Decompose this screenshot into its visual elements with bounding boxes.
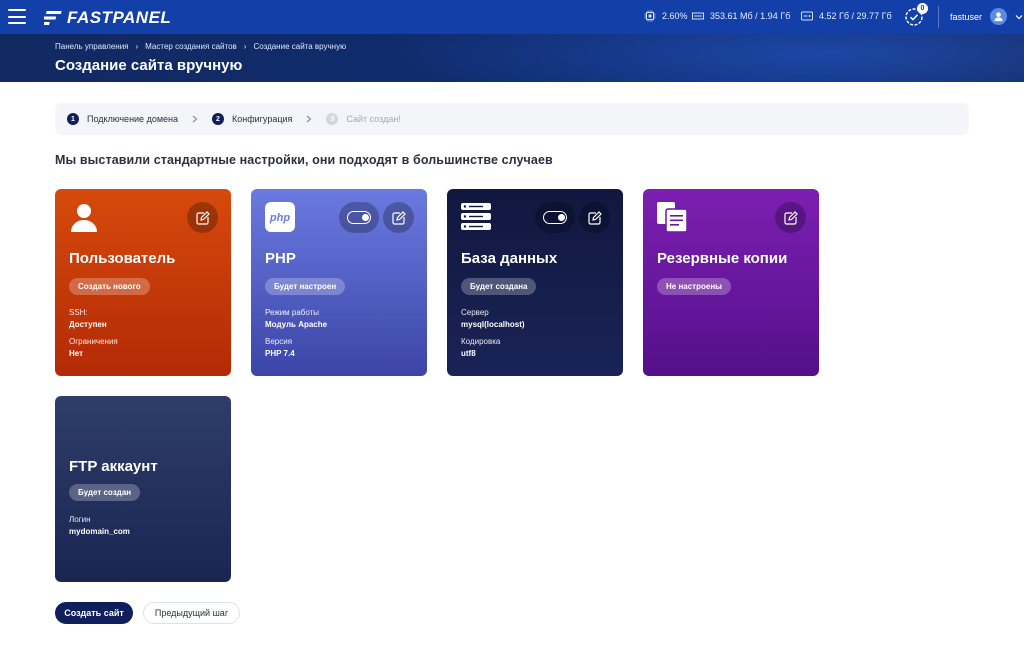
edit-icon: [587, 210, 602, 225]
create-site-button[interactable]: Создать сайт: [55, 602, 133, 624]
edit-icon: [195, 210, 210, 225]
card-field: Сервер mysql(localhost): [461, 307, 525, 331]
status-badge: Будет настроен: [265, 278, 346, 295]
breadcrumb-item-current: Создание сайта вручную: [253, 42, 347, 51]
backup-card[interactable]: Резервные копии Не настроены: [643, 189, 819, 376]
field-value: Модуль Apache: [265, 320, 328, 329]
step-number: 1: [67, 113, 79, 125]
edit-icon: [391, 210, 406, 225]
step-number: 2: [212, 113, 224, 125]
field-label: Ограничения: [69, 337, 118, 346]
field-value: Нет: [69, 349, 84, 358]
edit-icon: [783, 210, 798, 225]
database-toggle[interactable]: [535, 202, 575, 233]
status-badge: Создать нового: [69, 278, 150, 295]
cpu-stat: 2.60%: [644, 10, 688, 22]
notifications-badge: 0: [917, 3, 928, 14]
php-card[interactable]: php PHP Будет настроен Режим работы Моду…: [251, 189, 427, 376]
disk-value: 4.52 Гб / 29.77 Гб: [819, 11, 892, 21]
edit-database-button[interactable]: [579, 202, 610, 233]
logo-mark-icon: [44, 11, 62, 25]
breadcrumb-item[interactable]: Мастер создания сайтов: [145, 42, 237, 51]
card-field: SSH: Доступен: [69, 307, 107, 331]
avatar: [990, 8, 1008, 25]
server-icon: [461, 203, 491, 230]
toggle-switch: [543, 211, 567, 224]
field-value: PHP 7.4: [265, 349, 295, 358]
previous-step-button[interactable]: Предыдущий шаг: [143, 602, 240, 624]
card-field: Кодировка utf8: [461, 336, 500, 360]
chevron-down-icon: [1015, 14, 1023, 19]
page-header: Панель управления › Мастер создания сайт…: [0, 34, 1024, 82]
card-field: Версия PHP 7.4: [265, 336, 295, 360]
card-title: Пользователь: [69, 250, 176, 267]
step-label: Конфигурация: [232, 114, 293, 124]
edit-backup-button[interactable]: [775, 202, 806, 233]
username: fastuser: [950, 11, 983, 22]
edit-user-button[interactable]: [187, 202, 218, 233]
user-card[interactable]: Пользователь Создать нового SSH: Доступе…: [55, 189, 231, 376]
logo-text: FASTPANEL: [67, 8, 172, 27]
field-value: utf8: [461, 349, 476, 358]
menu-icon[interactable]: [8, 9, 26, 24]
field-label: Логин: [69, 515, 91, 524]
logo[interactable]: FASTPANEL: [44, 8, 171, 28]
disk-stat: 4.52 Гб / 29.77 Гб: [801, 10, 892, 22]
cpu-value: 2.60%: [662, 11, 688, 21]
section-subtitle: Мы выставили стандартные настройки, они …: [55, 153, 553, 167]
documents-icon: [657, 202, 687, 232]
step-number: 3: [326, 113, 339, 125]
card-field: Режим работы Модуль Apache: [265, 307, 327, 331]
field-label: SSH:: [69, 308, 88, 317]
step-3: 3 Сайт создан!: [326, 113, 401, 125]
field-value: mydomain_com: [69, 527, 130, 536]
wizard-stepper: 1 Подключение домена 2 Конфигурация 3 Са…: [55, 103, 969, 135]
status-badge: Будет создан: [69, 484, 141, 501]
cpu-icon: [644, 10, 656, 22]
toggle-switch: [347, 211, 371, 224]
database-card[interactable]: База данных Будет создана Сервер mysql(l…: [447, 189, 623, 376]
user-avatar-icon: [994, 12, 1003, 22]
field-label: Версия: [265, 337, 293, 346]
step-2: 2 Конфигурация: [212, 113, 292, 125]
breadcrumb-separator-icon: ›: [135, 42, 139, 51]
step-label: Сайт создан!: [346, 114, 401, 124]
page-title: Создание сайта вручную: [55, 57, 243, 74]
breadcrumb-separator-icon: ›: [243, 42, 247, 51]
card-title: FTP аккаунт: [69, 458, 158, 475]
step-label: Подключение домена: [87, 114, 178, 124]
status-badge: Не настроены: [657, 278, 731, 295]
field-value: Доступен: [69, 320, 107, 329]
step-1: 1 Подключение домена: [67, 113, 178, 125]
memory-value: 353.61 Мб / 1.94 Гб: [710, 11, 791, 21]
topbar-divider: [938, 6, 939, 28]
card-title: База данных: [461, 250, 558, 267]
field-label: Режим работы: [265, 308, 320, 317]
memory-stat: 353.61 Мб / 1.94 Гб: [692, 10, 790, 22]
chevron-right-icon: [307, 115, 312, 123]
memory-icon: [692, 12, 704, 20]
php-toggle[interactable]: [339, 202, 379, 233]
top-bar: FASTPANEL 2.60% 353.61 Мб / 1.94 Гб 4.52…: [0, 0, 1024, 34]
user-menu[interactable]: fastuser: [950, 8, 1023, 25]
edit-php-button[interactable]: [383, 202, 414, 233]
php-icon-text: php: [269, 212, 290, 224]
card-title: Резервные копии: [657, 250, 788, 267]
ftp-card[interactable]: FTP аккаунт Будет создан Логин mydomain_…: [55, 396, 231, 582]
disk-icon: [801, 11, 813, 21]
card-field: Логин mydomain_com: [69, 514, 130, 538]
user-icon: [71, 204, 97, 232]
chevron-right-icon: [192, 115, 198, 123]
breadcrumb: Панель управления › Мастер создания сайт…: [55, 42, 346, 51]
field-label: Сервер: [461, 308, 489, 317]
php-icon: php: [265, 202, 295, 232]
status-badge: Будет создана: [461, 278, 537, 295]
card-title: PHP: [265, 250, 296, 267]
field-value: mysql(localhost): [461, 320, 525, 329]
field-label: Кодировка: [461, 337, 501, 346]
notifications-button[interactable]: 0: [904, 3, 928, 27]
card-field: Ограничения Нет: [69, 336, 118, 360]
breadcrumb-item[interactable]: Панель управления: [55, 42, 129, 51]
